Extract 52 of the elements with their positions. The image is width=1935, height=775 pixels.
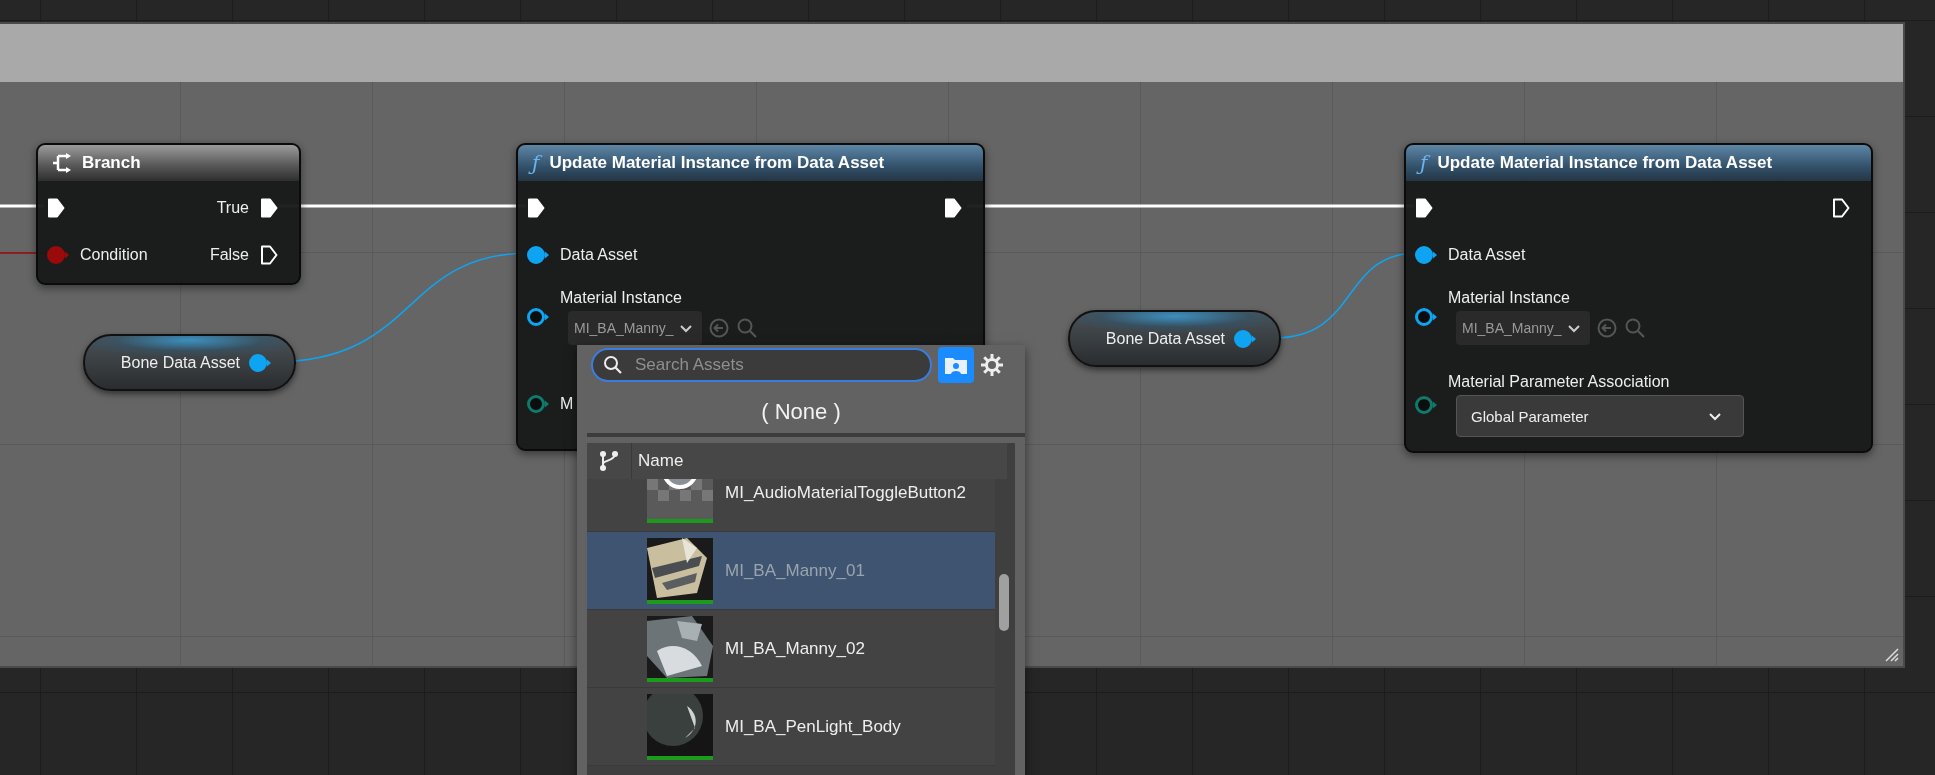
data-pin-icon[interactable] <box>1414 244 1438 266</box>
asset-row[interactable]: MI_AudioMaterialToggleButton2 <box>587 479 995 532</box>
exec-pin-icon[interactable] <box>46 197 66 219</box>
enum-dropdown[interactable]: Global Parameter <box>1456 395 1744 437</box>
asset-name: MI_BA_Manny_01 <box>725 560 865 581</box>
data-pin-icon[interactable] <box>1233 327 1257 350</box>
node-title: Update Material Instance from Data Asset <box>549 153 885 173</box>
pin-label: Material Parameter Association <box>1448 373 1671 391</box>
node-title: Branch <box>82 153 141 173</box>
folder-button[interactable] <box>938 347 974 383</box>
search-icon <box>603 355 623 375</box>
data-pin-icon[interactable] <box>1414 394 1438 416</box>
data-pin-icon[interactable] <box>526 305 550 328</box>
node-title: Update Material Instance from Data Asset <box>1437 153 1773 173</box>
exec-pin-icon[interactable] <box>259 244 279 266</box>
exec-pin-icon[interactable] <box>259 197 279 219</box>
node-label: Bone Data Asset <box>1105 329 1225 348</box>
exec-pin-icon[interactable] <box>1414 197 1434 219</box>
asset-dropdown[interactable]: MI_BA_Manny_ <box>1456 310 1590 345</box>
variable-node[interactable]: Bone Data Asset <box>83 334 296 391</box>
node-label: Bone Data Asset <box>120 353 240 372</box>
pin-label: Material Instance <box>1448 288 1571 307</box>
pin-label: Data Asset <box>560 246 638 264</box>
exec-pin-icon[interactable] <box>943 197 963 219</box>
resize-grip-icon[interactable] <box>1883 646 1899 662</box>
scrollbar-thumb[interactable] <box>999 574 1009 631</box>
asset-name: MI_BA_Manny_02 <box>725 638 865 659</box>
pin-label: Data Asset <box>1448 246 1526 264</box>
asset-name: MI_AudioMaterialToggleButton2 <box>725 483 966 503</box>
pin-label: True <box>216 199 249 217</box>
asset-row[interactable]: MI_BA_Manny_02 <box>587 610 995 688</box>
pin-label: Material Instance <box>560 288 683 307</box>
data-pin-icon[interactable] <box>526 393 550 415</box>
asset-row[interactable]: MI_BA_PenLight_Body <box>587 688 995 766</box>
none-option[interactable]: ( None ) <box>761 399 841 425</box>
data-pin-icon[interactable] <box>248 351 272 374</box>
asset-name: MI_BA_PenLight_Body <box>725 716 901 737</box>
data-pin-icon[interactable] <box>1414 305 1438 328</box>
tree-view-icon[interactable] <box>598 450 620 472</box>
exec-pin-icon[interactable] <box>1831 197 1851 219</box>
data-pin-icon[interactable] <box>526 244 550 266</box>
pin-label: M <box>560 395 574 413</box>
asset-dropdown[interactable]: MI_BA_Manny_ <box>568 310 702 345</box>
pin-label: False <box>209 246 249 264</box>
folder-icon <box>944 355 968 375</box>
pin-label: Condition <box>80 246 148 264</box>
branch-icon <box>52 152 72 174</box>
search-field[interactable]: Search Assets <box>591 348 932 382</box>
column-header[interactable]: Name <box>632 443 684 479</box>
variable-node[interactable]: Bone Data Asset <box>1068 310 1281 367</box>
exec-pin-icon[interactable] <box>526 197 546 219</box>
settings-icon[interactable] <box>980 353 1004 377</box>
